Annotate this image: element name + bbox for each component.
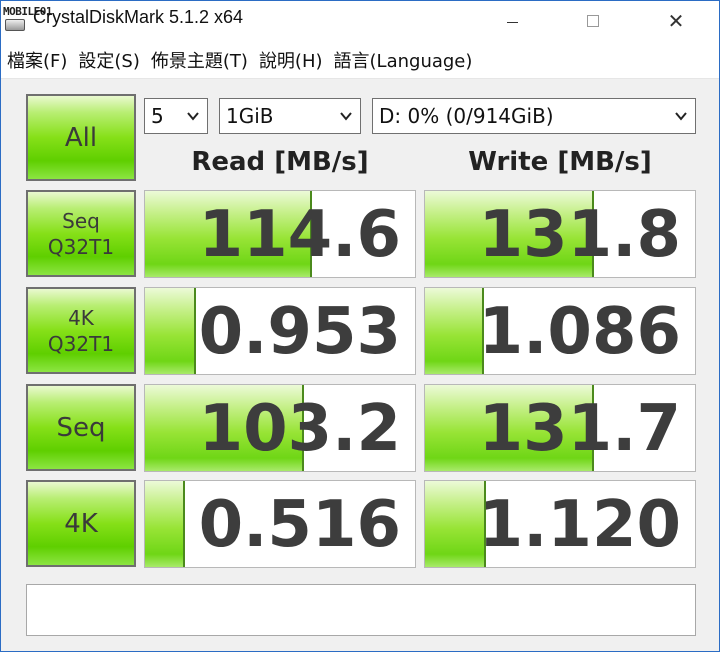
drive-value: D: 0% (0/914GiB) — [379, 104, 554, 128]
test-label: 4K — [64, 508, 98, 539]
result-value: 103.2 — [198, 392, 401, 466]
result-value: 131.8 — [478, 198, 681, 272]
4k-q32t1-write-result: 1.086 — [424, 287, 696, 375]
test-label-line1: 4K — [68, 305, 94, 330]
seq-button[interactable]: Seq — [26, 384, 136, 471]
chevron-down-icon — [340, 112, 352, 121]
chevron-down-icon — [187, 112, 199, 121]
test-count-value: 5 — [151, 104, 164, 128]
result-value: 0.953 — [198, 295, 401, 369]
menu-file[interactable]: 檔案(F) — [7, 47, 67, 73]
test-size-value: 1GiB — [226, 104, 274, 128]
result-value: 0.516 — [198, 488, 401, 562]
read-header: Read [MB/s] — [191, 147, 369, 177]
write-header: Write [MB/s] — [468, 147, 652, 177]
result-value: 114.6 — [198, 198, 401, 272]
seq-read-result: 103.2 — [144, 384, 416, 472]
test-count-select[interactable]: 5 — [144, 98, 208, 134]
seq-q32t1-read-result: 114.6 — [144, 190, 416, 278]
result-value: 1.086 — [478, 295, 681, 369]
close-icon: ✕ — [667, 9, 685, 33]
result-value: 131.7 — [478, 392, 681, 466]
test-label-line2: Q32T1 — [47, 331, 115, 356]
menu-help[interactable]: 說明(H) — [259, 47, 323, 73]
4k-read-result: 0.516 — [144, 480, 416, 568]
title-bar[interactable]: MOBILE01 CrystalDiskMark 5.1.2 x64 ✕ — [1, 1, 719, 41]
seq-write-result: 131.7 — [424, 384, 696, 472]
result-bar — [425, 288, 484, 374]
menu-settings[interactable]: 設定(S) — [78, 47, 139, 73]
4k-q32t1-read-result: 0.953 — [144, 287, 416, 375]
test-label-line2: Q32T1 — [47, 234, 115, 259]
comment-input[interactable] — [26, 584, 696, 636]
result-bar — [145, 481, 185, 567]
4k-write-result: 1.120 — [424, 480, 696, 568]
maximize-icon — [587, 15, 599, 27]
drive-select[interactable]: D: 0% (0/914GiB) — [372, 98, 696, 134]
run-all-label: All — [64, 122, 98, 153]
seq-q32t1-write-result: 131.8 — [424, 190, 696, 278]
menu-theme[interactable]: 佈景主題(T) — [151, 47, 248, 73]
minimize-icon — [506, 21, 518, 23]
app-disk-icon — [5, 19, 25, 31]
4k-button[interactable]: 4K — [26, 480, 136, 567]
result-value: 1.120 — [478, 488, 681, 562]
maximize-button[interactable] — [570, 1, 616, 41]
chevron-down-icon — [675, 112, 687, 121]
close-button[interactable]: ✕ — [653, 1, 699, 41]
test-label: Seq — [56, 412, 106, 443]
4k-q32t1-button[interactable]: 4K Q32T1 — [26, 287, 136, 374]
seq-q32t1-button[interactable]: Seq Q32T1 — [26, 190, 136, 277]
app-window: MOBILE01 CrystalDiskMark 5.1.2 x64 ✕ 檔案(… — [0, 0, 720, 652]
minimize-button[interactable] — [489, 1, 535, 41]
run-all-button[interactable]: All — [26, 94, 136, 181]
test-size-select[interactable]: 1GiB — [219, 98, 361, 134]
menu-bar: 檔案(F) 設定(S) 佈景主題(T) 說明(H) 語言(Language) — [1, 41, 719, 79]
result-bar — [425, 481, 487, 567]
test-label-line1: Seq — [62, 208, 100, 233]
menu-language[interactable]: 語言(Language) — [334, 47, 473, 73]
window-title: CrystalDiskMark 5.1.2 x64 — [33, 7, 244, 27]
result-bar — [145, 288, 196, 374]
